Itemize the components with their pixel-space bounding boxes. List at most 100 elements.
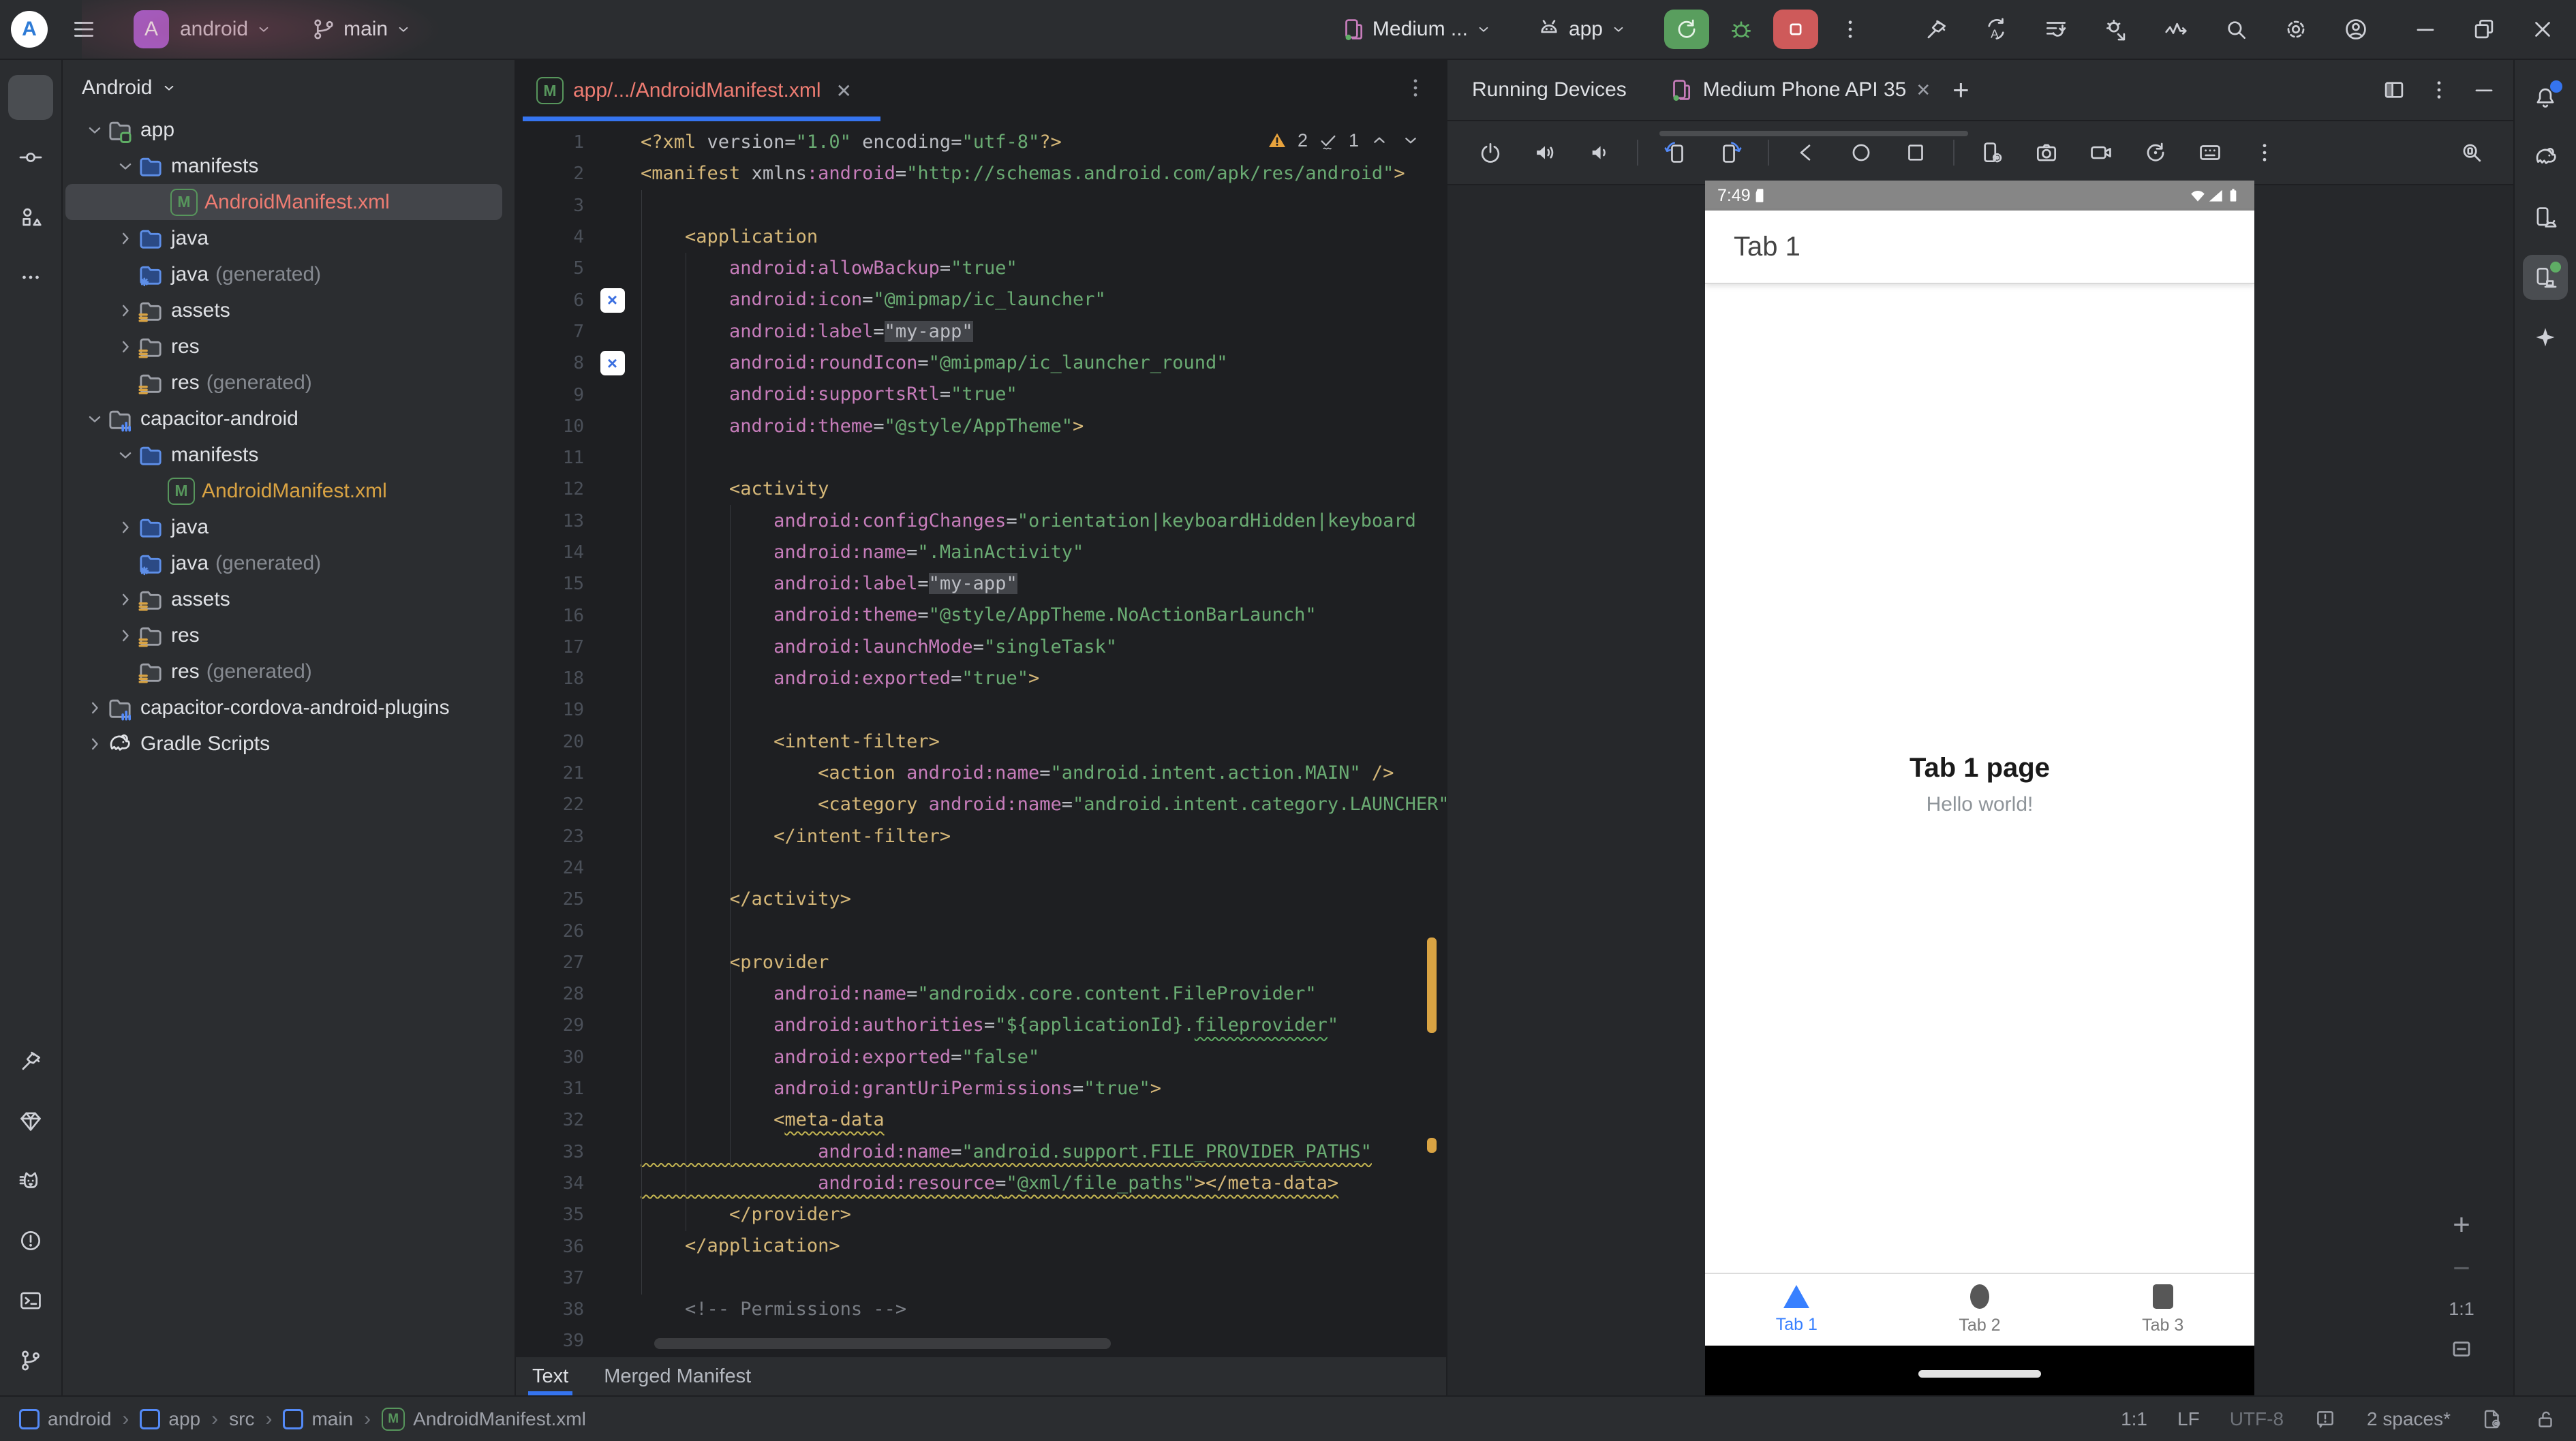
- zoom-level[interactable]: 1:1: [2449, 1299, 2474, 1320]
- volume-down-button[interactable]: [1582, 136, 1616, 170]
- unlock-widget[interactable]: [2534, 1408, 2557, 1431]
- phone-nav-bar[interactable]: [1705, 1346, 2254, 1395]
- emulator-screen[interactable]: 7:49 Tab 1 Tab 1 page Hello world! Tab 1…: [1705, 181, 2254, 1395]
- debug-button[interactable]: [1719, 10, 1764, 49]
- status-utf-8[interactable]: UTF-8: [2230, 1408, 2284, 1430]
- virtual-input-button[interactable]: [2193, 136, 2227, 170]
- rotate-right-button[interactable]: [1713, 136, 1747, 170]
- more-button[interactable]: [2248, 136, 2282, 170]
- editor-tab-options-button[interactable]: [1402, 75, 1428, 106]
- code-style-widget[interactable]: [2481, 1408, 2504, 1431]
- breadcrumb-item-androidmanifest-xml[interactable]: M AndroidManifest.xml: [382, 1407, 586, 1431]
- camera-button[interactable]: [2029, 136, 2064, 170]
- tree-item-capacitor-cordova-android-plugins[interactable]: capacitor-cordova-android-plugins: [63, 689, 515, 726]
- horizontal-scrollbar[interactable]: [654, 1338, 1111, 1349]
- editor-view-tab-merged-manifest[interactable]: Merged Manifest: [604, 1357, 751, 1395]
- restore-window-button[interactable]: [2462, 10, 2506, 49]
- run-more-button[interactable]: [1828, 10, 1873, 49]
- tree-item-java[interactable]: java (generated): [63, 256, 515, 292]
- tree-item-res[interactable]: res (generated): [63, 365, 515, 401]
- tree-item-assets[interactable]: assets: [63, 292, 515, 328]
- stop-button[interactable]: [1773, 10, 1818, 49]
- close-tab-icon[interactable]: ✕: [836, 80, 852, 102]
- overview-button[interactable]: [1899, 136, 1933, 170]
- search-button[interactable]: [2213, 10, 2258, 49]
- tool-window-button-version-control[interactable]: [8, 1338, 53, 1383]
- breadcrumb-item-app[interactable]: app: [140, 1408, 200, 1430]
- tool-window-button-more-tools[interactable]: [8, 255, 53, 300]
- screen-record-button[interactable]: [2084, 136, 2118, 170]
- rerun-button[interactable]: [1664, 10, 1709, 49]
- phone-tab-tab-2[interactable]: Tab 2: [1888, 1274, 2072, 1346]
- main-menu-button[interactable]: [61, 10, 106, 49]
- tree-item-app[interactable]: app: [63, 112, 515, 148]
- launcher-icon-preview[interactable]: ×: [600, 351, 625, 376]
- close-window-button[interactable]: [2520, 10, 2565, 49]
- tree-item-assets[interactable]: assets: [63, 581, 515, 617]
- project-widget[interactable]: android: [180, 18, 273, 41]
- device-settings-button[interactable]: [1975, 136, 2009, 170]
- device-tab[interactable]: Medium Phone API 35 ✕ +: [1668, 74, 1969, 106]
- device-selector[interactable]: Medium ...: [1340, 16, 1492, 42]
- tree-item-androidmanifest-xml[interactable]: M AndroidManifest.xml: [65, 184, 502, 220]
- new-tab-icon[interactable]: +: [1952, 74, 1969, 106]
- phone-tab-tab-3[interactable]: Tab 3: [2071, 1274, 2254, 1346]
- tool-window-button-build[interactable]: [8, 1038, 53, 1083]
- phone-tab-tab-1[interactable]: Tab 1: [1705, 1274, 1888, 1346]
- tree-item-capacitor-android[interactable]: capacitor-android: [63, 401, 515, 437]
- tree-item-gradle-scripts[interactable]: Gradle Scripts: [63, 726, 515, 762]
- home-button[interactable]: [1844, 136, 1878, 170]
- zoom-out-button[interactable]: −: [2453, 1254, 2470, 1284]
- breadcrumb-item-src[interactable]: src: [229, 1408, 254, 1430]
- tool-window-button-notifications[interactable]: [2523, 75, 2568, 120]
- attach-debugger-button[interactable]: [2094, 10, 2138, 49]
- minimize-window-button[interactable]: [2403, 10, 2448, 49]
- tree-item-res[interactable]: res: [63, 328, 515, 365]
- close-device-tab-icon[interactable]: ✕: [1916, 80, 1931, 101]
- restart-activity-button[interactable]: [2034, 10, 2079, 49]
- tool-window-button-gemini[interactable]: [8, 1098, 53, 1143]
- vcs-widget[interactable]: main: [311, 16, 412, 42]
- tree-item-manifests[interactable]: manifests: [63, 437, 515, 473]
- tool-window-button-problems[interactable]: [8, 1218, 53, 1263]
- tool-window-button-commit[interactable]: [8, 135, 53, 180]
- rotate-left-button[interactable]: [1659, 136, 1693, 170]
- tool-window-button-terminal[interactable]: [8, 1278, 53, 1323]
- tool-window-button-gradle[interactable]: [2523, 135, 2568, 180]
- tree-item-res[interactable]: res (generated): [63, 653, 515, 689]
- zoom-in-button[interactable]: +: [2453, 1210, 2470, 1240]
- status-lf[interactable]: LF: [2177, 1408, 2200, 1430]
- tree-item-res[interactable]: res: [63, 617, 515, 653]
- tool-window-button-project[interactable]: [8, 75, 53, 120]
- tree-item-java[interactable]: java: [63, 509, 515, 545]
- sync-device-button[interactable]: A: [1974, 10, 2019, 49]
- power-button[interactable]: [1473, 136, 1507, 170]
- project-view-selector[interactable]: Android: [63, 60, 515, 112]
- tool-window-button-assistant[interactable]: [2523, 315, 2568, 360]
- tool-window-button-running-devices[interactable]: [2523, 255, 2568, 300]
- tool-window-button-device-manager[interactable]: [2523, 195, 2568, 240]
- build-button[interactable]: [1914, 10, 1959, 49]
- settings-button[interactable]: [2273, 10, 2318, 49]
- tree-item-manifests[interactable]: manifests: [63, 148, 515, 184]
- editor-tab-androidmanifest[interactable]: M app/.../AndroidManifest.xml ✕: [516, 77, 852, 104]
- inspections-widget[interactable]: [2314, 1408, 2337, 1431]
- tool-window-button-logcat[interactable]: [8, 1158, 53, 1203]
- tree-item-androidmanifest-xml[interactable]: M AndroidManifest.xml: [63, 473, 515, 509]
- run-config-selector[interactable]: app: [1536, 16, 1627, 42]
- breadcrumb-item-main[interactable]: main: [283, 1408, 353, 1430]
- breadcrumb-item-android[interactable]: android: [19, 1408, 111, 1430]
- profiler-button[interactable]: [2153, 10, 2198, 49]
- profile-button[interactable]: [2333, 10, 2378, 49]
- zoom-mode-button[interactable]: [2455, 136, 2489, 170]
- tree-item-java[interactable]: java (generated): [63, 545, 515, 581]
- tree-item-java[interactable]: java: [63, 220, 515, 256]
- status-2-spaces-[interactable]: 2 spaces*: [2367, 1408, 2451, 1430]
- volume-up-button[interactable]: [1528, 136, 1562, 170]
- status-1-1[interactable]: 1:1: [2121, 1408, 2147, 1430]
- back-button[interactable]: [1790, 136, 1824, 170]
- inspections-widget[interactable]: 2 1: [1266, 129, 1422, 151]
- snapshot-restore-button[interactable]: [2138, 136, 2173, 170]
- tool-window-button-structure[interactable]: [8, 195, 53, 240]
- code-editor[interactable]: 2 1 1 <?xml version="1.0" encoding="utf-8…: [516, 123, 1446, 1356]
